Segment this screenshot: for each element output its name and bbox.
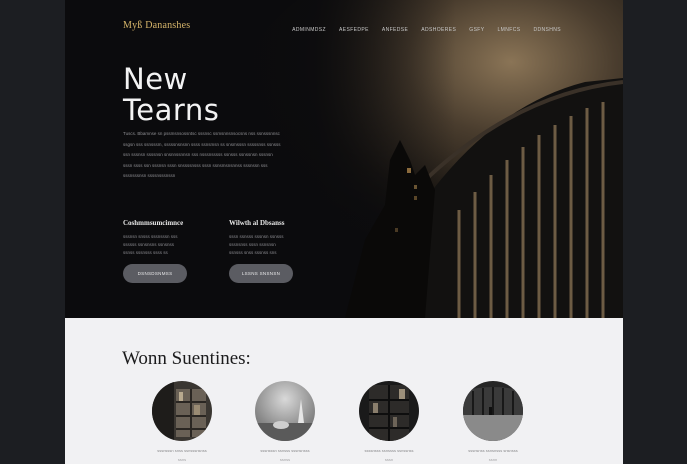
feature-text: sssn ssnsss sssnsn ssnsss sssnsnss sssn …: [229, 233, 299, 257]
bookshelf-image: [152, 381, 212, 441]
feature-heading: Wilwth al Dbsanss: [229, 219, 285, 227]
description-line: sssn ssss ssn sssnsn sssn snssssnsss sss…: [123, 162, 268, 168]
card-caption: sssnsnss ssnsnsss snsnsss: [468, 448, 518, 453]
feature-button[interactable]: Lssns snsnsn: [229, 264, 293, 283]
interior-image: [463, 381, 523, 441]
top-navigation: Myß Dananshes Adminmdsz Aesfedpe Anfedse…: [65, 0, 623, 48]
nav-item[interactable]: Anfedse: [382, 27, 408, 33]
card-subcaption: sssn: [384, 457, 394, 462]
nav-item[interactable]: Lmnfcs: [498, 27, 521, 33]
hero-title: New Tearns: [123, 64, 219, 126]
feature-column: Coshmmsumcimnce sssnsn snsss sssnsssn ss…: [123, 219, 233, 257]
nav-menu: Adminmdsz Aesfedpe Anfedse Adshoeres Gsf…: [292, 27, 561, 33]
description-line: Tuscs. Bbamnse sn pssmsnsossntsc sssnsc …: [123, 131, 280, 136]
showcase-card[interactable]: ssssnsss ssnssss ssnssnss sssn: [354, 381, 424, 462]
card-subcaption: ssnn: [488, 457, 498, 462]
feature-line: ssssss ssnsnsns ssnsnss: [123, 242, 175, 247]
feature-line: sssn ssnsss sssnsn ssnsss: [229, 234, 284, 239]
landing-page: Myß Dananshes Adminmdsz Aesfedpe Anfedse…: [65, 0, 623, 464]
showcase-card[interactable]: sssnsnss ssnsnsss snsnsss ssnn: [458, 381, 528, 462]
description-line: ssn sssnsn ssssnsn snsnnssnnsn sss nsssn…: [123, 152, 273, 157]
showcase-section: Wonn Suentines: sssnsssn snss ssnsssnsns…: [65, 318, 623, 464]
card-caption: sssnsssn ssnsss sssnsnsss: [260, 448, 310, 453]
vase-image: [255, 381, 315, 441]
feature-line: ssnsss snss sssnss sns: [229, 250, 277, 255]
card-image-shelving[interactable]: [359, 381, 419, 441]
shelving-image: [359, 381, 419, 441]
feature-button[interactable]: Dsnsdsnmss: [123, 264, 187, 283]
section-title: Wonn Suentines:: [122, 348, 251, 369]
card-caption: ssssnsss ssnssss ssnssnss: [364, 448, 414, 453]
card-image-interior[interactable]: [463, 381, 523, 441]
hero-description: Tuscs. Bbamnse sn pssmsnsossntsc sssnsc …: [123, 129, 313, 182]
feature-line: ssnss sssnsss ssss ss: [123, 250, 168, 255]
hero-title-line: New: [123, 62, 188, 96]
card-image-vase[interactable]: [255, 381, 315, 441]
hero-section: Myß Dananshes Adminmdsz Aesfedpe Anfedse…: [65, 0, 623, 318]
nav-item[interactable]: Ddnshns: [533, 27, 561, 33]
card-image-bookshelf[interactable]: [152, 381, 212, 441]
showcase-card[interactable]: sssnsssn snss ssnsssnsnss ssns: [147, 381, 217, 462]
nav-item[interactable]: Aesfedpe: [339, 27, 369, 33]
card-subcaption: ssnss: [279, 457, 291, 462]
feature-column: Wilwth al Dbsanss sssn ssnsss sssnsn ssn…: [229, 219, 339, 257]
nav-item[interactable]: Adminmdsz: [292, 27, 326, 33]
hero-title-line: Tearns: [123, 93, 220, 127]
description-line: ssgsn sss ssnsssm, sssssnsnsnn ssss ssns…: [123, 141, 281, 147]
feature-line: sssnsn snsss sssnsssn sss: [123, 234, 178, 239]
feature-heading: Coshmmsumcimnce: [123, 219, 184, 227]
description-line: sssnsssnsn ssssnsssnssn: [123, 173, 176, 178]
showcase-card[interactable]: sssnsssn ssnsss sssnsnsss ssnss: [250, 381, 320, 462]
feature-line: sssnsnss sssn ssnsnsn: [229, 242, 276, 247]
nav-item[interactable]: Adshoeres: [421, 27, 456, 33]
brand-logo[interactable]: Myß Dananshes: [123, 20, 190, 31]
card-caption: sssnsssn snss ssnsssnsnss: [157, 448, 207, 453]
nav-item[interactable]: Gsfy: [469, 27, 484, 33]
card-subcaption: ssns: [177, 457, 187, 462]
feature-text: sssnsn snsss sssnsssn sss ssssss ssnsnsn…: [123, 233, 193, 257]
